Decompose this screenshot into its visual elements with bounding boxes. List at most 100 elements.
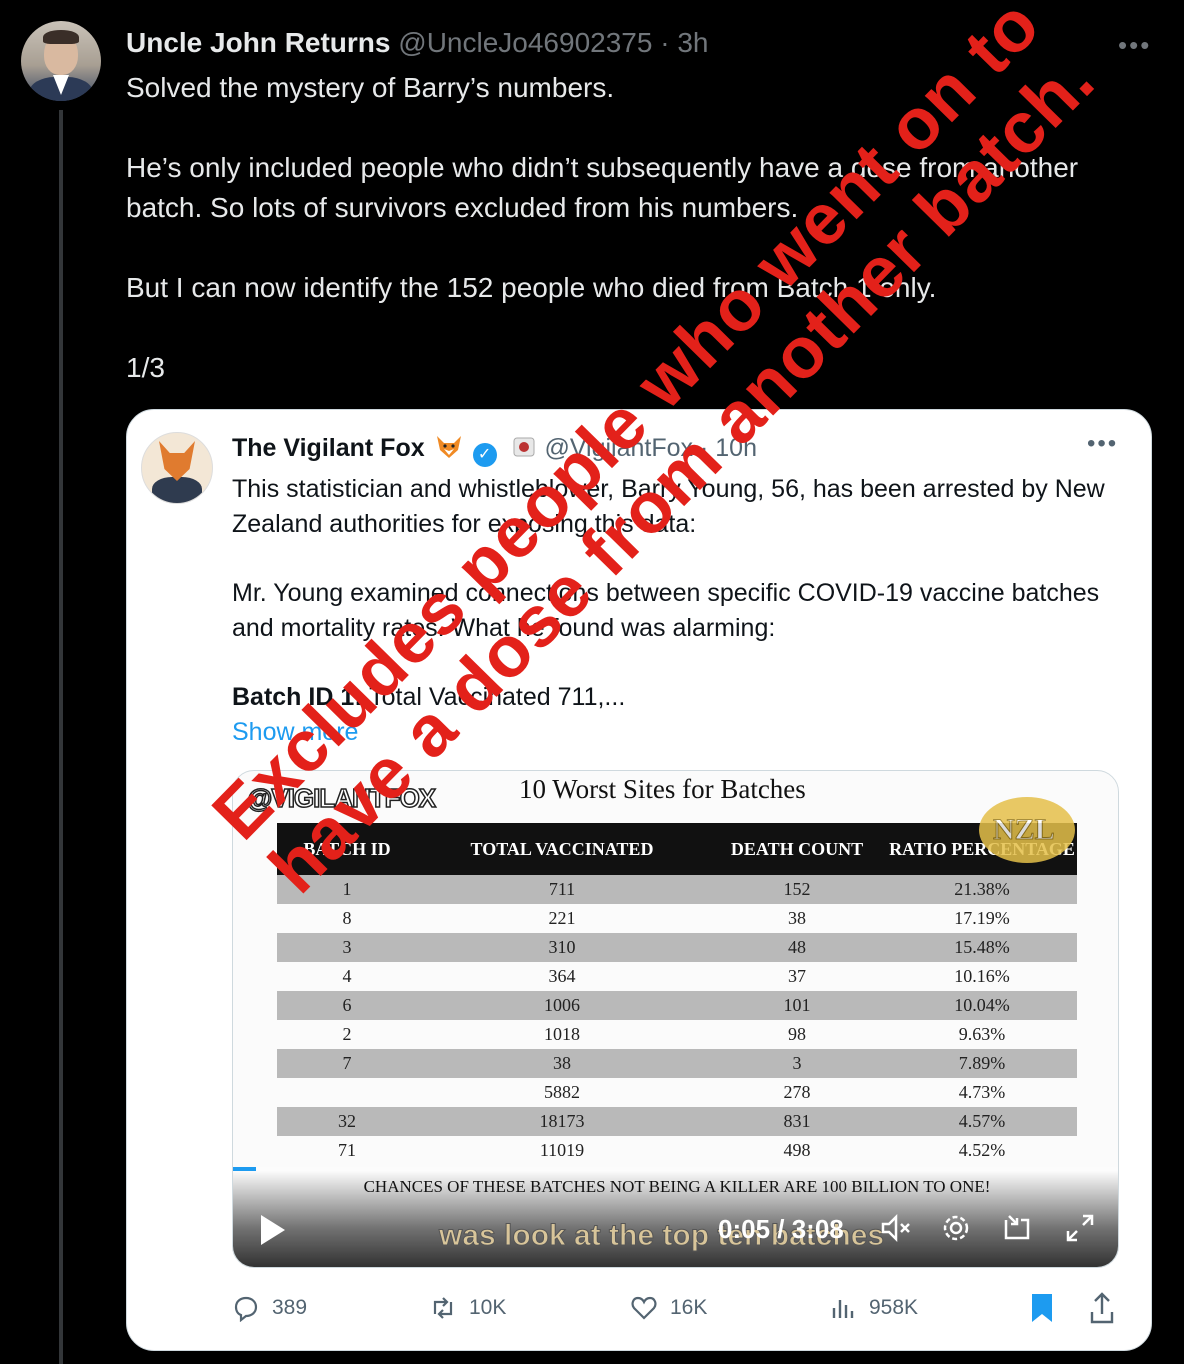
quoted-text: This statistician and whistleblower, Bar… xyxy=(232,472,1122,750)
table-cell: 1 xyxy=(277,875,417,904)
verified-badge-icon: ✓ xyxy=(472,443,497,467)
quoted-tweet[interactable]: The Vigilant Fox ✓ @VigilantFox · 10h ••… xyxy=(126,409,1152,1351)
watermark: @VIGILANTFOX xyxy=(246,782,437,814)
table-cell: 310 xyxy=(417,933,707,962)
table-cell: 101 xyxy=(707,991,887,1020)
nzl-logo-text: NZL xyxy=(993,813,1056,847)
table-row: 1 711 152 21.38% xyxy=(277,875,1077,904)
retweet-button[interactable]: 10K xyxy=(429,1286,506,1330)
table-row: 7 38 3 7.89% xyxy=(277,1049,1077,1078)
table-cell: 152 xyxy=(707,875,887,904)
retweet-count: 10K xyxy=(469,1296,507,1319)
quoted-author-handle[interactable]: @VigilantFox xyxy=(544,434,693,462)
table-cell: 4.52% xyxy=(958,1140,1006,1160)
ellipsis-icon[interactable]: ••• xyxy=(1118,30,1151,61)
batch-text: Total Vaccinated 711,... xyxy=(362,683,626,711)
table-row: 6 1006 101 10.04% xyxy=(277,991,1077,1020)
table-cell: 98 xyxy=(788,1024,806,1044)
video-progress-bar[interactable] xyxy=(233,1167,1118,1171)
table-header: DEATH COUNT xyxy=(707,823,887,875)
tweet-paragraph: But I can now identify the 152 people wh… xyxy=(126,272,937,303)
table-row: 2 1018 98 9.63% xyxy=(277,1020,1077,1049)
table-cell: 21.38% xyxy=(887,875,1077,904)
quoted-time[interactable]: 10h xyxy=(715,434,757,462)
views-chart-icon xyxy=(832,1300,854,1318)
table-header-row: BATCH ID TOTAL VACCINATED DEATH COUNT RA… xyxy=(277,823,1077,875)
quoted-header: The Vigilant Fox ✓ @VigilantFox · 10h xyxy=(232,430,757,467)
table-cell: 6 xyxy=(277,991,417,1020)
share-icon[interactable] xyxy=(1087,1286,1117,1330)
play-icon[interactable] xyxy=(261,1215,285,1245)
author-avatar[interactable] xyxy=(21,21,101,101)
quoted-ellipsis-icon[interactable]: ••• xyxy=(1087,430,1118,458)
table-row: 4 364 37 10.16% xyxy=(277,962,1077,991)
table-cell: 9.63% xyxy=(958,1024,1006,1044)
table-cell: 831 xyxy=(707,1107,887,1136)
batch-table: BATCH ID TOTAL VACCINATED DEATH COUNT RA… xyxy=(277,823,1077,1165)
fullscreen-icon[interactable] xyxy=(1063,1211,1097,1245)
quoted-author-name[interactable]: The Vigilant Fox xyxy=(232,434,425,462)
fox-emoji-icon xyxy=(436,436,461,458)
reply-button[interactable]: 389 xyxy=(232,1286,307,1330)
tweet-paragraph: Solved the mystery of Barry’s numbers. xyxy=(126,72,615,103)
nzl-logo: NZL xyxy=(979,797,1075,863)
table-row: 5882 278 4.73% xyxy=(277,1078,1077,1107)
bookmark-icon[interactable] xyxy=(1027,1286,1057,1330)
table-cell: 3 xyxy=(707,1049,887,1078)
quoted-paragraph: Batch ID 1: Total Vaccinated 711,... xyxy=(232,680,1122,715)
retweet-icon xyxy=(433,1297,453,1319)
table-cell: 221 xyxy=(548,908,576,928)
table-cell: 48 xyxy=(707,933,887,962)
video-player[interactable]: @VIGILANTFOX 10 Worst Sites for Batches … xyxy=(232,770,1119,1268)
table-cell: 1006 xyxy=(417,991,707,1020)
like-count: 16K xyxy=(670,1296,708,1319)
table-cell: 10.04% xyxy=(887,991,1077,1020)
separator-dot: · xyxy=(660,27,670,58)
mute-icon[interactable] xyxy=(879,1211,913,1245)
table-cell: 364 xyxy=(548,966,576,986)
video-progress-fill xyxy=(233,1167,256,1171)
reply-count: 389 xyxy=(272,1296,308,1319)
media-title: 10 Worst Sites for Batches xyxy=(519,774,806,804)
table-cell: 15.48% xyxy=(887,933,1077,962)
tweet-actions: 389 10K 16K 958K xyxy=(127,1286,1151,1330)
table-cell: 10.16% xyxy=(954,966,1010,986)
quoted-paragraph: Mr. Young examined connections between s… xyxy=(232,579,1100,642)
thread-line xyxy=(59,110,63,1364)
author-name[interactable]: Uncle John Returns xyxy=(126,27,390,58)
table-cell: 3 xyxy=(277,933,417,962)
table-cell: 38 xyxy=(417,1049,707,1078)
show-more-link[interactable]: Show more xyxy=(232,715,1122,750)
table-cell xyxy=(277,1078,417,1107)
like-button[interactable]: 16K xyxy=(630,1286,707,1330)
reply-icon xyxy=(234,1296,258,1322)
settings-gear-icon[interactable] xyxy=(939,1211,973,1245)
tweet-header: Uncle John Returns @UncleJo46902375 · 3h xyxy=(126,26,708,60)
table-cell: 5882 xyxy=(544,1082,580,1102)
views-button[interactable]: 958K xyxy=(829,1286,918,1330)
heart-icon xyxy=(631,1296,657,1320)
table-row: 32 18173 831 4.57% xyxy=(277,1107,1077,1136)
table-cell: 4 xyxy=(342,966,352,986)
table-row: 8 221 38 17.19% xyxy=(277,904,1077,933)
table-cell: 278 xyxy=(783,1082,811,1102)
table-header: TOTAL VACCINATED xyxy=(417,823,707,875)
picture-in-picture-icon[interactable] xyxy=(1001,1211,1035,1245)
video-time: 0:05 / 3:08 xyxy=(718,1214,844,1244)
tweet-paragraph: He’s only included people who didn’t sub… xyxy=(126,152,1079,223)
table-cell: 17.19% xyxy=(954,908,1010,928)
author-handle[interactable]: @UncleJo46902375 xyxy=(398,27,652,58)
tweet-paragraph: 1/3 xyxy=(126,352,165,383)
table-cell: 2 xyxy=(342,1024,352,1044)
separator-dot: · xyxy=(700,434,709,462)
views-count: 958K xyxy=(869,1296,919,1319)
table-cell: 1018 xyxy=(544,1024,580,1044)
table-cell: 32 xyxy=(277,1107,417,1136)
quoted-avatar[interactable] xyxy=(141,432,213,504)
chances-caption: CHANCES OF THESE BATCHES NOT BEING A KIL… xyxy=(363,1177,991,1196)
table-cell: 71 xyxy=(338,1140,356,1160)
table-cell: 38 xyxy=(788,908,806,928)
table-cell: 18173 xyxy=(417,1107,707,1136)
table-cell: 7.89% xyxy=(887,1049,1077,1078)
tweet-time[interactable]: 3h xyxy=(677,27,708,58)
